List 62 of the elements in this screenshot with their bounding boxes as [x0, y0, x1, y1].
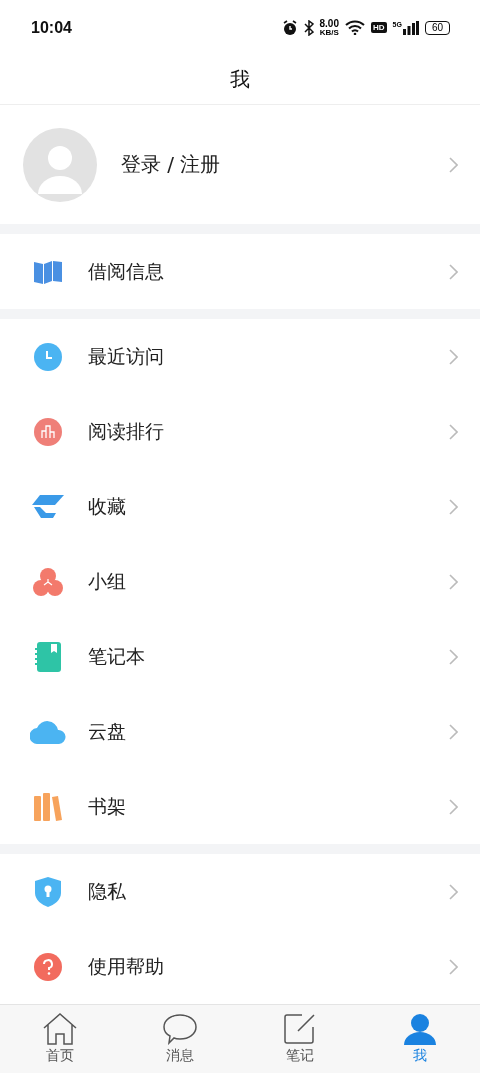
- hd-badge: HD: [370, 22, 387, 33]
- menu-label: 小组: [88, 568, 127, 594]
- bookshelf-icon: [34, 792, 62, 821]
- menu-row[interactable]: 借阅信息: [0, 234, 480, 310]
- menu-label: 书架: [88, 793, 127, 819]
- tab[interactable]: 我: [360, 1005, 480, 1073]
- signal-icon: [402, 20, 419, 35]
- layers-icon: [32, 494, 64, 519]
- chat-icon: [163, 1013, 197, 1046]
- notebook-icon: [35, 641, 61, 672]
- avatar-icon: [23, 127, 97, 202]
- chart-icon: [34, 417, 62, 446]
- menu-row[interactable]: 隐私: [0, 854, 480, 930]
- menu-label: 收藏: [88, 493, 127, 519]
- menu-label: 最近访问: [88, 343, 165, 369]
- tab[interactable]: 首页: [0, 1005, 120, 1073]
- chevron-icon: [449, 573, 458, 590]
- chevron-icon: [449, 798, 458, 815]
- menu-row[interactable]: 书架: [0, 769, 480, 845]
- menu-label: 笔记本: [88, 643, 146, 669]
- person-icon: [403, 1013, 437, 1046]
- menu-label: 隐私: [88, 878, 127, 904]
- menu-label: 云盘: [88, 718, 127, 744]
- login-label: 登录 / 注册: [121, 151, 222, 179]
- chevron-icon: [449, 648, 458, 665]
- menu-row[interactable]: 云盘: [0, 694, 480, 770]
- tab[interactable]: 笔记: [240, 1005, 360, 1073]
- chevron-icon: [449, 958, 458, 975]
- chevron-icon: [449, 263, 458, 280]
- chevron-icon: [449, 423, 458, 440]
- menu-row[interactable]: 最近访问: [0, 319, 480, 395]
- wifi-icon: [344, 20, 365, 35]
- chevron-icon: [449, 723, 458, 740]
- menu-row[interactable]: 收藏: [0, 469, 480, 545]
- chevron-icon: [449, 498, 458, 515]
- circles-icon: [33, 567, 63, 596]
- chevron-icon: [449, 883, 458, 900]
- battery-indicator: 60: [424, 20, 450, 35]
- network-speed: 8.00: [319, 18, 339, 29]
- cloud-icon: [30, 719, 66, 744]
- alarm-icon: [281, 19, 298, 36]
- menu-label: 阅读排行: [88, 418, 165, 444]
- tab[interactable]: 消息: [120, 1005, 240, 1073]
- menu-row[interactable]: 笔记本: [0, 619, 480, 695]
- chevron-icon: [449, 348, 458, 365]
- menu-row[interactable]: 小组: [0, 544, 480, 620]
- bluetooth-icon: [303, 19, 314, 36]
- home-icon: [43, 1013, 77, 1046]
- book-icon: [34, 259, 62, 284]
- page-title: 我: [230, 66, 250, 94]
- help-icon: [34, 952, 62, 981]
- menu-label: 借阅信息: [88, 258, 165, 284]
- status-time: 10:04: [31, 18, 72, 37]
- speed-unit: KB/S: [319, 28, 339, 37]
- menu-row[interactable]: 阅读排行: [0, 394, 480, 470]
- chevron-icon: [449, 156, 458, 173]
- edit-icon: [284, 1013, 316, 1046]
- menu-label: 使用帮助: [88, 953, 165, 979]
- shield-icon: [35, 876, 61, 907]
- menu-row[interactable]: 使用帮助: [0, 929, 480, 1005]
- clock-icon: [34, 342, 62, 371]
- login-row[interactable]: 登录 / 注册: [0, 105, 480, 225]
